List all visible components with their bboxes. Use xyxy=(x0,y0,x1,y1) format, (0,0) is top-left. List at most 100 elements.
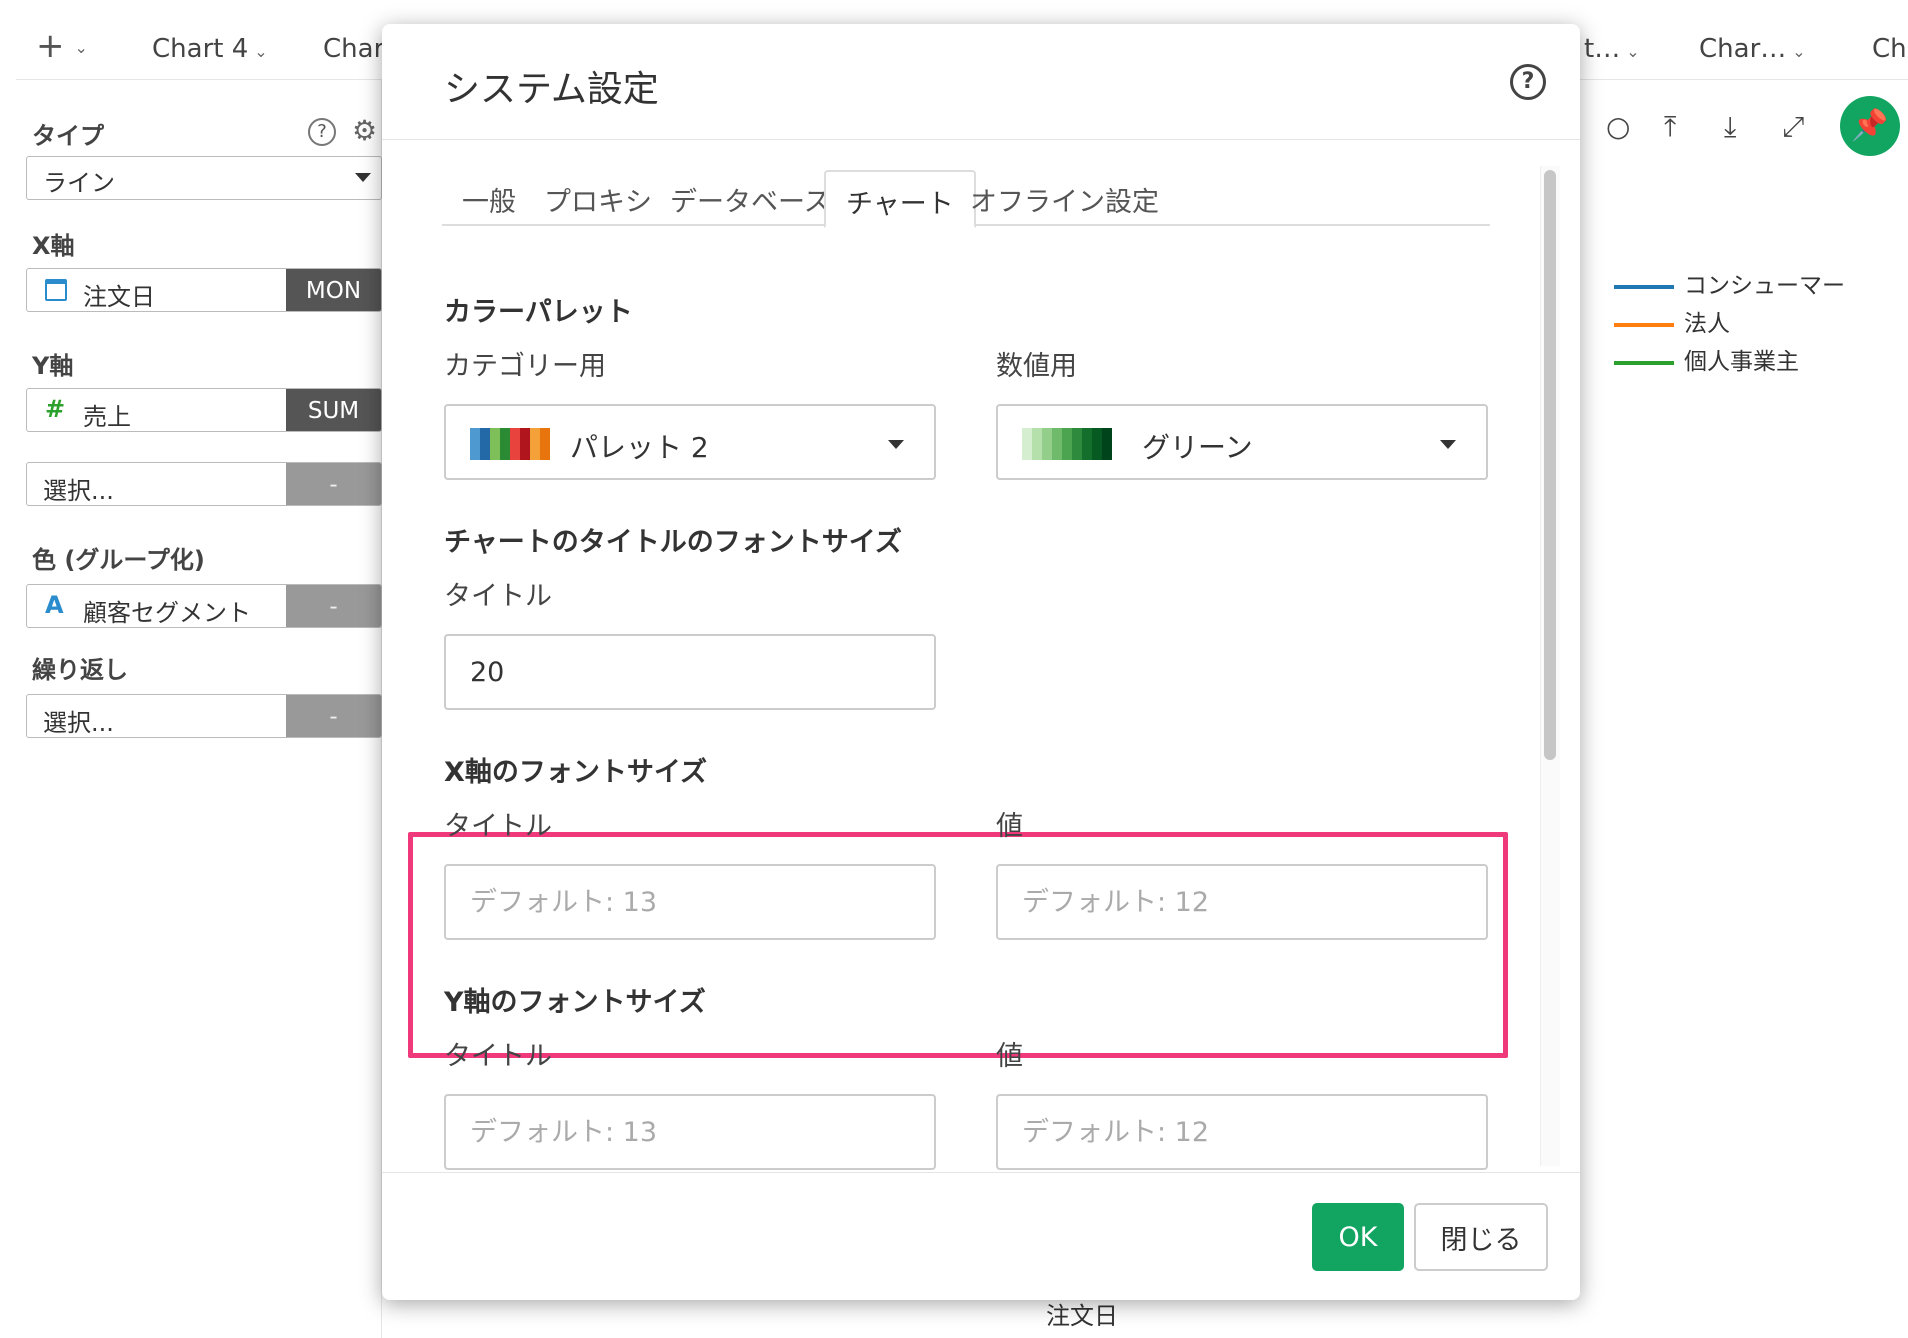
color-palette-title: カラーパレット xyxy=(444,297,633,328)
palette-color-chip xyxy=(1032,428,1042,460)
settings-tabs: 一般 プロキシ データベース チャート オフライン設定 xyxy=(442,170,1490,228)
comment-icon[interactable]: ○ xyxy=(1606,110,1630,143)
expand-icon[interactable]: ⤢ xyxy=(1782,110,1804,144)
help-icon[interactable]: ? xyxy=(1510,64,1546,100)
palette-color-chip xyxy=(1022,428,1032,460)
chart-type-select[interactable]: ライン xyxy=(26,156,382,200)
x-axis-label: X軸 xyxy=(32,232,75,260)
calendar-icon xyxy=(45,279,67,301)
numeric-palette-select[interactable]: グリーン xyxy=(996,404,1488,480)
color-group-field[interactable]: A 顧客セグメント - xyxy=(26,584,382,628)
category-palette-select[interactable]: パレット 2 xyxy=(444,404,936,480)
x-axis-field[interactable]: 注文日 MON xyxy=(26,268,382,312)
color-group-aggregation[interactable]: - xyxy=(286,585,381,627)
tab-general[interactable]: 一般 xyxy=(462,170,516,226)
chart-title-font-label: タイトル xyxy=(444,581,552,612)
y-axis-value-font-input[interactable] xyxy=(996,1094,1488,1170)
text-type-icon: A xyxy=(45,591,64,619)
chart-config-sidebar: タイプ ? ⚙ ライン X軸 注文日 MON Y軸 # 売上 SUM 選択...… xyxy=(16,80,382,1338)
caret-down-icon xyxy=(355,173,371,182)
y-axis-aggregation[interactable]: SUM xyxy=(286,389,381,431)
palette-swatch xyxy=(470,428,550,460)
hash-icon: # xyxy=(45,395,66,423)
chart-title-font-input[interactable] xyxy=(444,634,936,710)
repeat-label: 繰り返し xyxy=(32,656,128,684)
palette-color-chip xyxy=(530,428,540,460)
pin-icon: 📌 xyxy=(1851,108,1889,143)
legend-item[interactable]: 個人事業主 xyxy=(1614,342,1799,376)
chevron-down-icon: ⌄ xyxy=(1792,42,1806,61)
palette-color-chip xyxy=(1082,428,1092,460)
ok-button[interactable]: OK xyxy=(1312,1203,1404,1271)
palette-color-chip xyxy=(540,428,550,460)
y-axis-secondary-aggregation[interactable]: - xyxy=(286,463,381,505)
y-axis-font-size-title: Y軸のフォントサイズ xyxy=(444,987,706,1018)
y-axis-value-font-label: 値 xyxy=(996,1041,1023,1072)
palette-color-chip xyxy=(1092,428,1102,460)
palette-color-chip xyxy=(470,428,480,460)
palette-color-chip xyxy=(1102,428,1112,460)
add-chart-button[interactable]: + ⌄ xyxy=(36,28,88,66)
category-palette-label: カテゴリー用 xyxy=(444,351,606,382)
y-axis-field[interactable]: # 売上 SUM xyxy=(26,388,382,432)
caret-down-icon xyxy=(1440,440,1456,449)
chart-title-font-size-title: チャートのタイトルのフォントサイズ xyxy=(444,527,902,558)
palette-color-chip xyxy=(1062,428,1072,460)
x-axis-value-font-input[interactable] xyxy=(996,864,1488,940)
tab-char[interactable]: Char… ⌄ xyxy=(1699,34,1806,64)
gear-icon[interactable]: ⚙ xyxy=(352,114,377,147)
tab-database[interactable]: データベース xyxy=(670,170,831,226)
palette-color-chip xyxy=(490,428,500,460)
caret-down-icon xyxy=(888,440,904,449)
scrollbar-thumb[interactable] xyxy=(1544,170,1556,760)
legend-swatch xyxy=(1614,284,1674,289)
palette-color-chip xyxy=(1052,428,1062,460)
legend-swatch xyxy=(1614,360,1674,365)
close-button[interactable]: 閉じる xyxy=(1414,1203,1548,1271)
tab-chart[interactable]: チャート xyxy=(824,170,976,228)
chevron-down-icon: ⌄ xyxy=(74,37,88,57)
upload-icon[interactable]: ⤒ xyxy=(1664,110,1676,144)
x-axis-value-font-label: 値 xyxy=(996,811,1023,842)
numeric-palette-label: 数値用 xyxy=(996,351,1077,382)
x-axis-title-font-label: タイトル xyxy=(444,811,552,842)
palette-color-chip xyxy=(510,428,520,460)
chart-area: ○ ⤒ ⤓ ⤢ 📌 コンシューマー 法人 個人事業主 xyxy=(1590,80,1908,1338)
x-axis-aggregation[interactable]: MON xyxy=(286,269,381,311)
legend-item[interactable]: コンシューマー xyxy=(1614,266,1845,300)
y-axis-title-font-label: タイトル xyxy=(444,1041,552,1072)
download-icon[interactable]: ⤓ xyxy=(1724,110,1736,144)
palette-color-chip xyxy=(480,428,490,460)
dialog-footer: OK 閉じる xyxy=(382,1172,1580,1300)
type-label: タイプ xyxy=(32,122,104,150)
tab-offline[interactable]: オフライン設定 xyxy=(970,170,1159,226)
legend-item[interactable]: 法人 xyxy=(1614,304,1730,338)
system-settings-dialog: システム設定 ? 一般 プロキシ データベース チャート オフライン設定 カラー… xyxy=(382,24,1580,1300)
color-group-label: 色 (グループ化) xyxy=(32,546,205,574)
dialog-body: 一般 プロキシ データベース チャート オフライン設定 カラーパレット カテゴリ… xyxy=(382,140,1580,1172)
y-axis-title-font-input[interactable] xyxy=(444,1094,936,1170)
palette-color-chip xyxy=(500,428,510,460)
x-axis-font-size-title: X軸のフォントサイズ xyxy=(444,757,708,788)
chevron-down-icon: ⌄ xyxy=(254,42,268,61)
tab-ch[interactable]: Ch xyxy=(1872,34,1907,64)
y-axis-secondary-field[interactable]: 選択... - xyxy=(26,462,382,506)
repeat-aggregation[interactable]: - xyxy=(286,695,381,737)
y-axis-label: Y軸 xyxy=(32,352,74,380)
help-icon[interactable]: ? xyxy=(308,118,336,146)
x-axis-title: 注文日 xyxy=(1046,1302,1118,1330)
palette-swatch xyxy=(1022,428,1112,460)
x-axis-title-font-input[interactable] xyxy=(444,864,936,940)
pin-button[interactable]: 📌 xyxy=(1840,96,1900,156)
palette-color-chip xyxy=(1072,428,1082,460)
plus-icon: + xyxy=(36,26,65,66)
tab-chart-4[interactable]: Chart 4 ⌄ xyxy=(152,34,268,64)
chevron-down-icon: ⌄ xyxy=(1626,42,1640,61)
repeat-field[interactable]: 選択... - xyxy=(26,694,382,738)
tab-chart-truncated[interactable]: t… ⌄ xyxy=(1584,34,1640,64)
legend-swatch xyxy=(1614,322,1674,327)
dialog-header: システム設定 ? xyxy=(382,24,1580,140)
dialog-title: システム設定 xyxy=(444,69,659,110)
palette-color-chip xyxy=(1042,428,1052,460)
tab-proxy[interactable]: プロキシ xyxy=(544,170,652,226)
